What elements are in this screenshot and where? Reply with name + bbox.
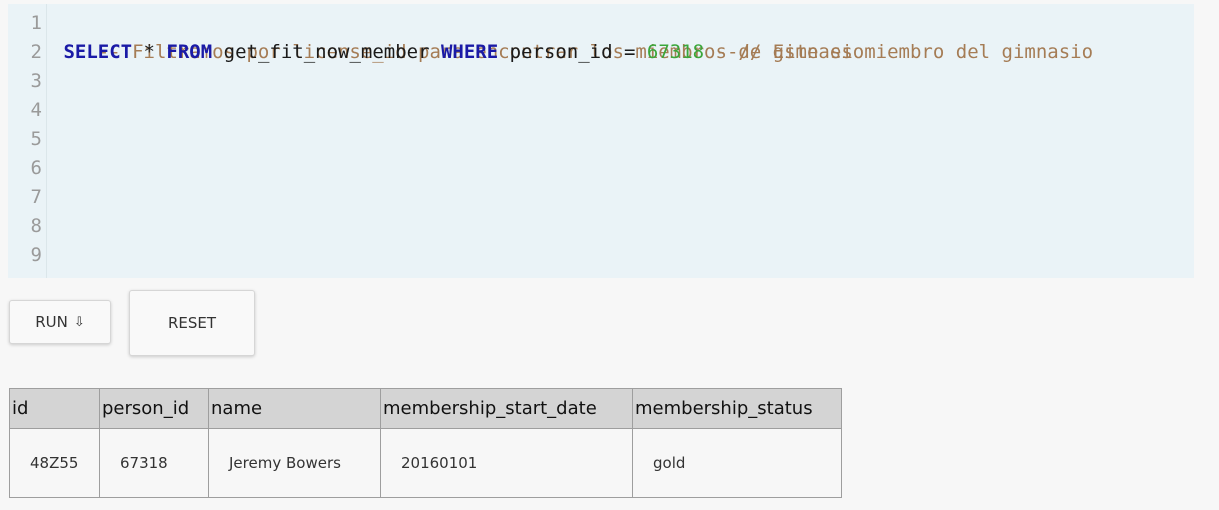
line-number: 3 <box>30 70 42 92</box>
line-number: 9 <box>30 244 42 266</box>
column-header-id: id <box>9 388 100 429</box>
cell-id: 48Z55 <box>9 428 100 498</box>
sql-table-name: get_fit_now_member <box>212 41 441 63</box>
cell-name: Jeremy Bowers <box>208 428 381 498</box>
cell-membership-status: gold <box>632 428 842 498</box>
sql-keyword-where: WHERE <box>440 41 499 63</box>
line-number: 7 <box>30 186 42 208</box>
cell-person-id: 67318 <box>99 428 209 498</box>
reset-button-label: RESET <box>167 314 217 332</box>
sql-comment: --// Este es miembro del gimnasio <box>704 41 1094 63</box>
column-header-person-id: person_id <box>99 388 209 429</box>
sql-star: * <box>132 41 167 63</box>
reset-button[interactable]: RESET <box>129 290 255 356</box>
table-header-row: id person_id name membership_start_date … <box>9 388 842 429</box>
line-number: 2 <box>30 41 42 63</box>
line-number: 1 <box>30 12 42 34</box>
column-header-membership-status: membership_status <box>632 388 842 429</box>
line-number: 5 <box>30 128 42 150</box>
run-button-label: RUN <box>35 313 68 331</box>
column-header-name: name <box>208 388 381 429</box>
line-number: 4 <box>30 99 42 121</box>
run-button[interactable]: RUN ⇩ <box>9 300 111 344</box>
results-table: id person_id name membership_start_date … <box>9 388 842 498</box>
line-number: 6 <box>30 157 42 179</box>
cell-membership-start-date: 20160101 <box>380 428 633 498</box>
sql-condition: person_id = <box>498 41 647 63</box>
line-number-gutter: 1 2 3 4 5 6 7 8 9 <box>8 4 47 278</box>
arrow-down-icon: ⇩ <box>73 314 85 330</box>
line-number: 8 <box>30 215 42 237</box>
column-header-membership-start-date: membership_start_date <box>380 388 633 429</box>
sql-keyword-from: FROM <box>166 41 213 63</box>
table-row: 48Z55 67318 Jeremy Bowers 20160101 gold <box>9 428 842 498</box>
sql-keyword-select: SELECT <box>63 41 133 63</box>
code-line-2[interactable]: SELECT * FROM get_fit_now_member WHERE p… <box>52 38 1093 67</box>
sql-editor[interactable]: 1 2 3 4 5 6 7 8 9 -- Filtramos por licen… <box>8 4 1194 278</box>
sql-number-literal: 67318 <box>646 41 705 63</box>
